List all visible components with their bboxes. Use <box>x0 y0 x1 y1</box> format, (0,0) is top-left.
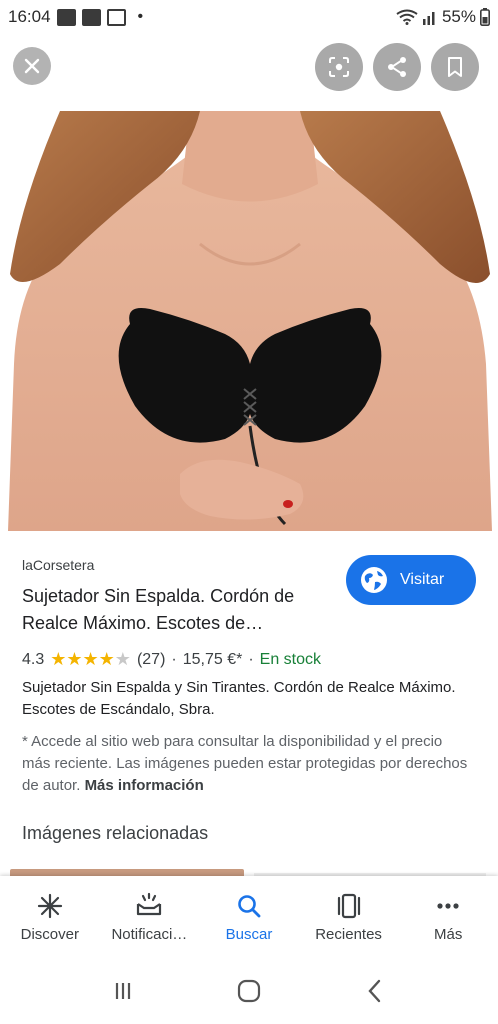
bottom-navigation: Discover Notificaci… Buscar Recientes Má… <box>0 876 498 958</box>
nav-more[interactable]: Más <box>398 876 498 958</box>
battery-percent: 55% <box>441 7 476 26</box>
related-image-thumb-1[interactable] <box>10 869 244 876</box>
search-icon <box>238 894 261 917</box>
nav-recents-label: Recientes <box>315 925 382 943</box>
product-photo <box>0 34 498 531</box>
rating-row: 4.3 ★★★★★ (27) · 15,75 €* · En stock <box>22 649 321 670</box>
nav-search[interactable]: Buscar <box>199 876 299 958</box>
rating-stars: ★★★★★ <box>50 649 131 669</box>
disclaimer-note: * Accede al sitio web para consultar la … <box>22 731 472 797</box>
nav-notifications[interactable]: Notificaci… <box>100 876 200 958</box>
wifi-icon <box>396 9 418 25</box>
product-image[interactable] <box>0 34 498 531</box>
price: 15,75 €* <box>182 650 243 668</box>
recent-apps-icon[interactable] <box>109 977 137 1005</box>
lens-icon <box>329 57 349 77</box>
visit-label: Visitar <box>400 571 445 588</box>
bookmark-button[interactable] <box>431 43 479 91</box>
battery-icon <box>480 8 490 26</box>
nav-discover-label: Discover <box>20 925 79 943</box>
close-icon <box>24 58 40 74</box>
system-navigation-bar <box>0 958 498 1024</box>
share-button[interactable] <box>373 43 421 91</box>
product-title-line1: Sujetador Sin Espalda. Cordón de <box>22 586 295 606</box>
stock-status: En stock <box>259 650 322 668</box>
status-bar: 16:04 • 55% <box>0 0 498 34</box>
rating-value: 4.3 <box>22 650 45 668</box>
notification-dot: • <box>137 8 144 25</box>
close-button[interactable] <box>13 47 51 85</box>
more-icon <box>437 902 459 909</box>
product-description: Sujetador Sin Espalda y Sin Tirantes. Co… <box>22 679 456 718</box>
separator-1: · <box>171 650 177 668</box>
globe-icon <box>361 567 387 593</box>
discover-icon <box>37 893 62 918</box>
bookmark-icon <box>448 57 462 77</box>
product-info-panel: laCorsetera Sujetador Sin Espalda. Cordó… <box>0 531 498 876</box>
nav-recents[interactable]: Recientes <box>299 876 399 958</box>
m-icon <box>106 8 126 26</box>
nav-more-label: Más <box>434 925 463 943</box>
product-title-line2: Realce Máximo. Escotes de… <box>22 613 264 633</box>
source-site[interactable]: laCorsetera <box>22 557 94 573</box>
nav-notifications-label: Notificaci… <box>111 925 188 943</box>
lens-button[interactable] <box>315 43 363 91</box>
home-icon[interactable] <box>235 977 263 1005</box>
nav-search-label: Buscar <box>225 925 273 943</box>
notifications-icon <box>137 892 162 915</box>
more-info-link[interactable]: Más información <box>85 777 204 794</box>
nav-discover[interactable]: Discover <box>0 876 100 958</box>
visit-button[interactable]: Visitar <box>346 555 476 605</box>
back-icon[interactable] <box>361 977 389 1005</box>
related-images-heading: Imágenes relacionadas <box>22 823 209 843</box>
tiktok-icon <box>56 8 76 26</box>
share-icon <box>388 57 406 77</box>
clock: 16:04 <box>8 7 51 26</box>
separator-2: · <box>248 650 254 668</box>
signal-icon <box>422 12 435 25</box>
gallery-icon <box>81 8 101 26</box>
product-title[interactable]: Sujetador Sin Espalda. Cordón de Realce … <box>22 583 342 637</box>
recents-icon <box>337 893 360 918</box>
review-count: (27) <box>136 650 166 668</box>
